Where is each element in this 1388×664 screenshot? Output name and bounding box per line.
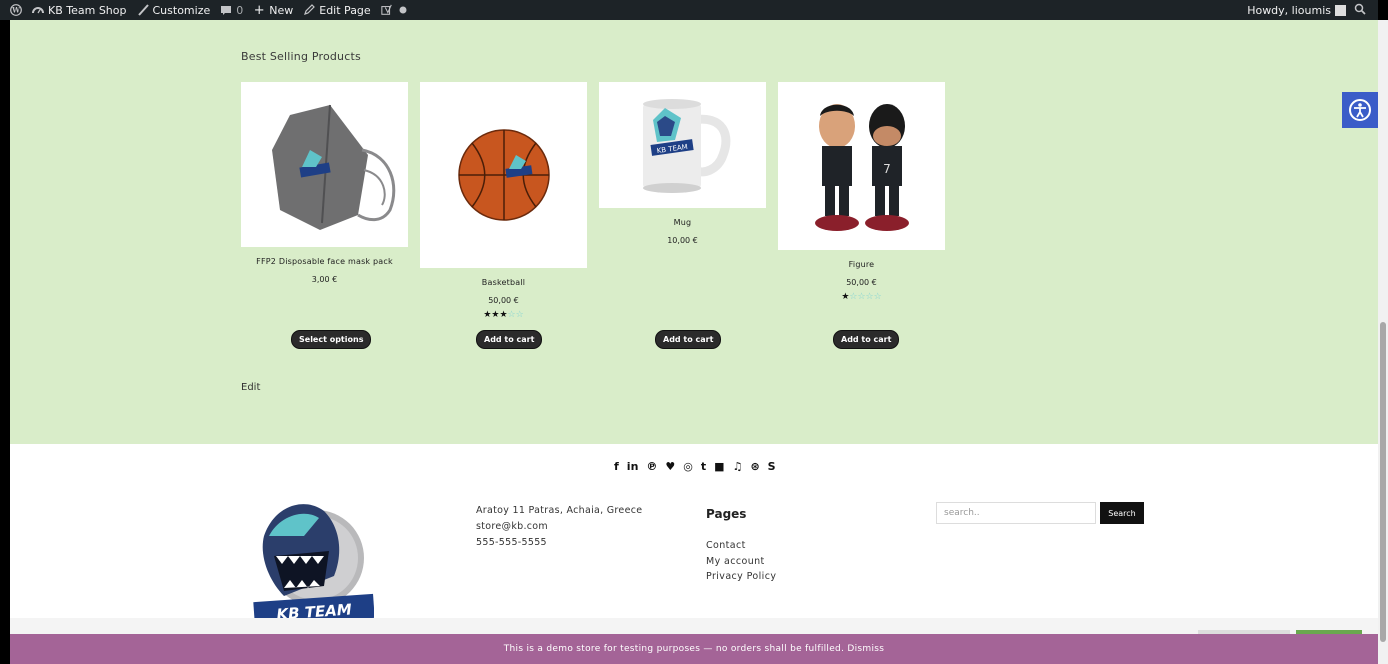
yoast-icon: [381, 4, 393, 16]
mug-image: KB TEAM: [642, 99, 730, 193]
skype-icon[interactable]: S: [768, 460, 776, 473]
email-link[interactable]: store@kb.com: [476, 519, 642, 535]
youtube-icon[interactable]: ■: [714, 460, 724, 473]
instagram-icon[interactable]: ◎: [683, 460, 693, 473]
customize-link[interactable]: Customize: [137, 3, 211, 17]
site-name-label: KB Team Shop: [48, 3, 127, 17]
product-image[interactable]: 7: [778, 82, 945, 250]
product-image[interactable]: [420, 82, 587, 268]
pages-link-my-account[interactable]: My account: [706, 554, 776, 570]
svg-text:W: W: [11, 6, 20, 15]
figure-image: 7: [814, 104, 909, 231]
cookie-banner: [10, 618, 1378, 634]
admin-bar: W KB Team Shop Customize 0 + New Edit Pa…: [0, 0, 1378, 20]
search-input[interactable]: search..: [936, 502, 1096, 524]
page-content: Best Selling Products FFP2 Disposable fa…: [10, 20, 1378, 664]
tumblr-icon[interactable]: t: [701, 460, 706, 473]
kb-team-logo[interactable]: KB TEAM: [244, 496, 375, 627]
linkedin-icon[interactable]: in: [627, 460, 639, 473]
accessibility-button[interactable]: [1342, 92, 1378, 128]
product-name[interactable]: FFP2 Disposable face mask pack: [241, 257, 408, 266]
svg-text:7: 7: [883, 162, 891, 176]
plus-icon: +: [253, 2, 265, 18]
address-line: Aratoy 11 Patras, Achaia, Greece: [476, 505, 643, 516]
add-to-cart-button[interactable]: Add to cart: [833, 330, 900, 349]
comment-icon: [220, 4, 232, 16]
demo-store-notice: This is a demo store for testing purpose…: [10, 634, 1378, 664]
phone-text: 555-555-5555: [476, 537, 547, 548]
section-title: Best Selling Products: [241, 50, 361, 63]
yoast-seo-button[interactable]: [381, 4, 409, 16]
best-selling-section: Best Selling Products FFP2 Disposable fa…: [10, 20, 1378, 444]
pages-link-privacy-policy[interactable]: Privacy Policy: [706, 569, 776, 585]
product-price: 10,00 €: [667, 236, 698, 245]
pinterest-icon[interactable]: ℗: [646, 460, 657, 473]
add-to-cart-button[interactable]: Add to cart: [655, 330, 722, 349]
select-options-button[interactable]: Select options: [291, 330, 372, 349]
customize-label: Customize: [152, 3, 211, 17]
wordpress-icon: W: [10, 4, 22, 16]
star-empty-icon: ☆☆: [507, 310, 524, 320]
basketball-image: [457, 129, 550, 221]
product-name[interactable]: Mug: [599, 218, 766, 227]
facebook-icon[interactable]: f: [614, 460, 619, 473]
product-card: KB TEAM Mug 10,00 €: [599, 82, 766, 245]
dribbble-icon[interactable]: ⊛: [750, 460, 759, 473]
new-label: New: [269, 3, 294, 17]
edit-page-label: Edit Page: [319, 3, 371, 17]
edit-page-link[interactable]: Edit Page: [303, 3, 371, 17]
product-card: 7 Figure 50,00 € ★☆☆☆☆: [778, 82, 945, 302]
accessibility-icon: [1349, 99, 1371, 121]
greeting-label: Howdy, lioumis: [1247, 3, 1331, 17]
pages-menu: Contact My account Privacy Policy: [706, 538, 776, 585]
pencil-icon: [303, 4, 316, 16]
product-card: Basketball 50,00 € ★★★☆☆: [420, 82, 587, 320]
star-rating: ★★★☆☆: [420, 310, 587, 320]
brush-icon: [137, 4, 149, 16]
add-to-cart-button[interactable]: Add to cart: [476, 330, 543, 349]
product-price: 3,00 €: [311, 275, 338, 284]
wordpress-logo-button[interactable]: W: [10, 4, 22, 16]
comments-link[interactable]: 0: [220, 4, 243, 17]
product-price: 50,00 €: [846, 278, 877, 287]
face-mask-image: [271, 104, 395, 230]
star-filled-icon: ★★★: [483, 310, 508, 320]
star-rating: ★☆☆☆☆: [778, 292, 945, 302]
soundcloud-icon[interactable]: ♫: [733, 460, 743, 473]
product-image[interactable]: [241, 82, 408, 247]
pages-link-contact[interactable]: Contact: [706, 538, 776, 554]
product-image[interactable]: KB TEAM: [599, 82, 766, 208]
pages-heading: Pages: [706, 507, 747, 521]
product-price: 50,00 €: [488, 296, 519, 305]
my-account-link[interactable]: Howdy, lioumis: [1247, 4, 1346, 17]
comments-count: 0: [236, 3, 244, 17]
search-button[interactable]: Search: [1100, 502, 1144, 524]
star-empty-icon: ☆☆☆☆: [849, 292, 882, 302]
product-name[interactable]: Figure: [778, 260, 945, 269]
store-address: Aratoy 11 Patras, Achaia, Greece store@k…: [476, 503, 642, 551]
avatar: [1335, 4, 1346, 16]
product-card: FFP2 Disposable face mask pack 3,00 €: [241, 82, 408, 284]
status-dot-icon: [397, 4, 409, 16]
edit-link[interactable]: Edit: [241, 382, 260, 393]
search-icon[interactable]: [1354, 3, 1366, 18]
scrollbar-thumb[interactable]: [1380, 322, 1386, 642]
twitter-icon[interactable]: ♥: [665, 460, 675, 473]
new-content-link[interactable]: + New: [253, 2, 294, 18]
dashboard-icon: [32, 4, 44, 16]
product-name[interactable]: Basketball: [420, 278, 587, 287]
demo-notice-text[interactable]: This is a demo store for testing purpose…: [504, 644, 885, 654]
social-icons: f in ℗ ♥ ◎ t ■ ♫ ⊛ S: [614, 460, 776, 473]
site-name-link[interactable]: KB Team Shop: [32, 4, 127, 17]
